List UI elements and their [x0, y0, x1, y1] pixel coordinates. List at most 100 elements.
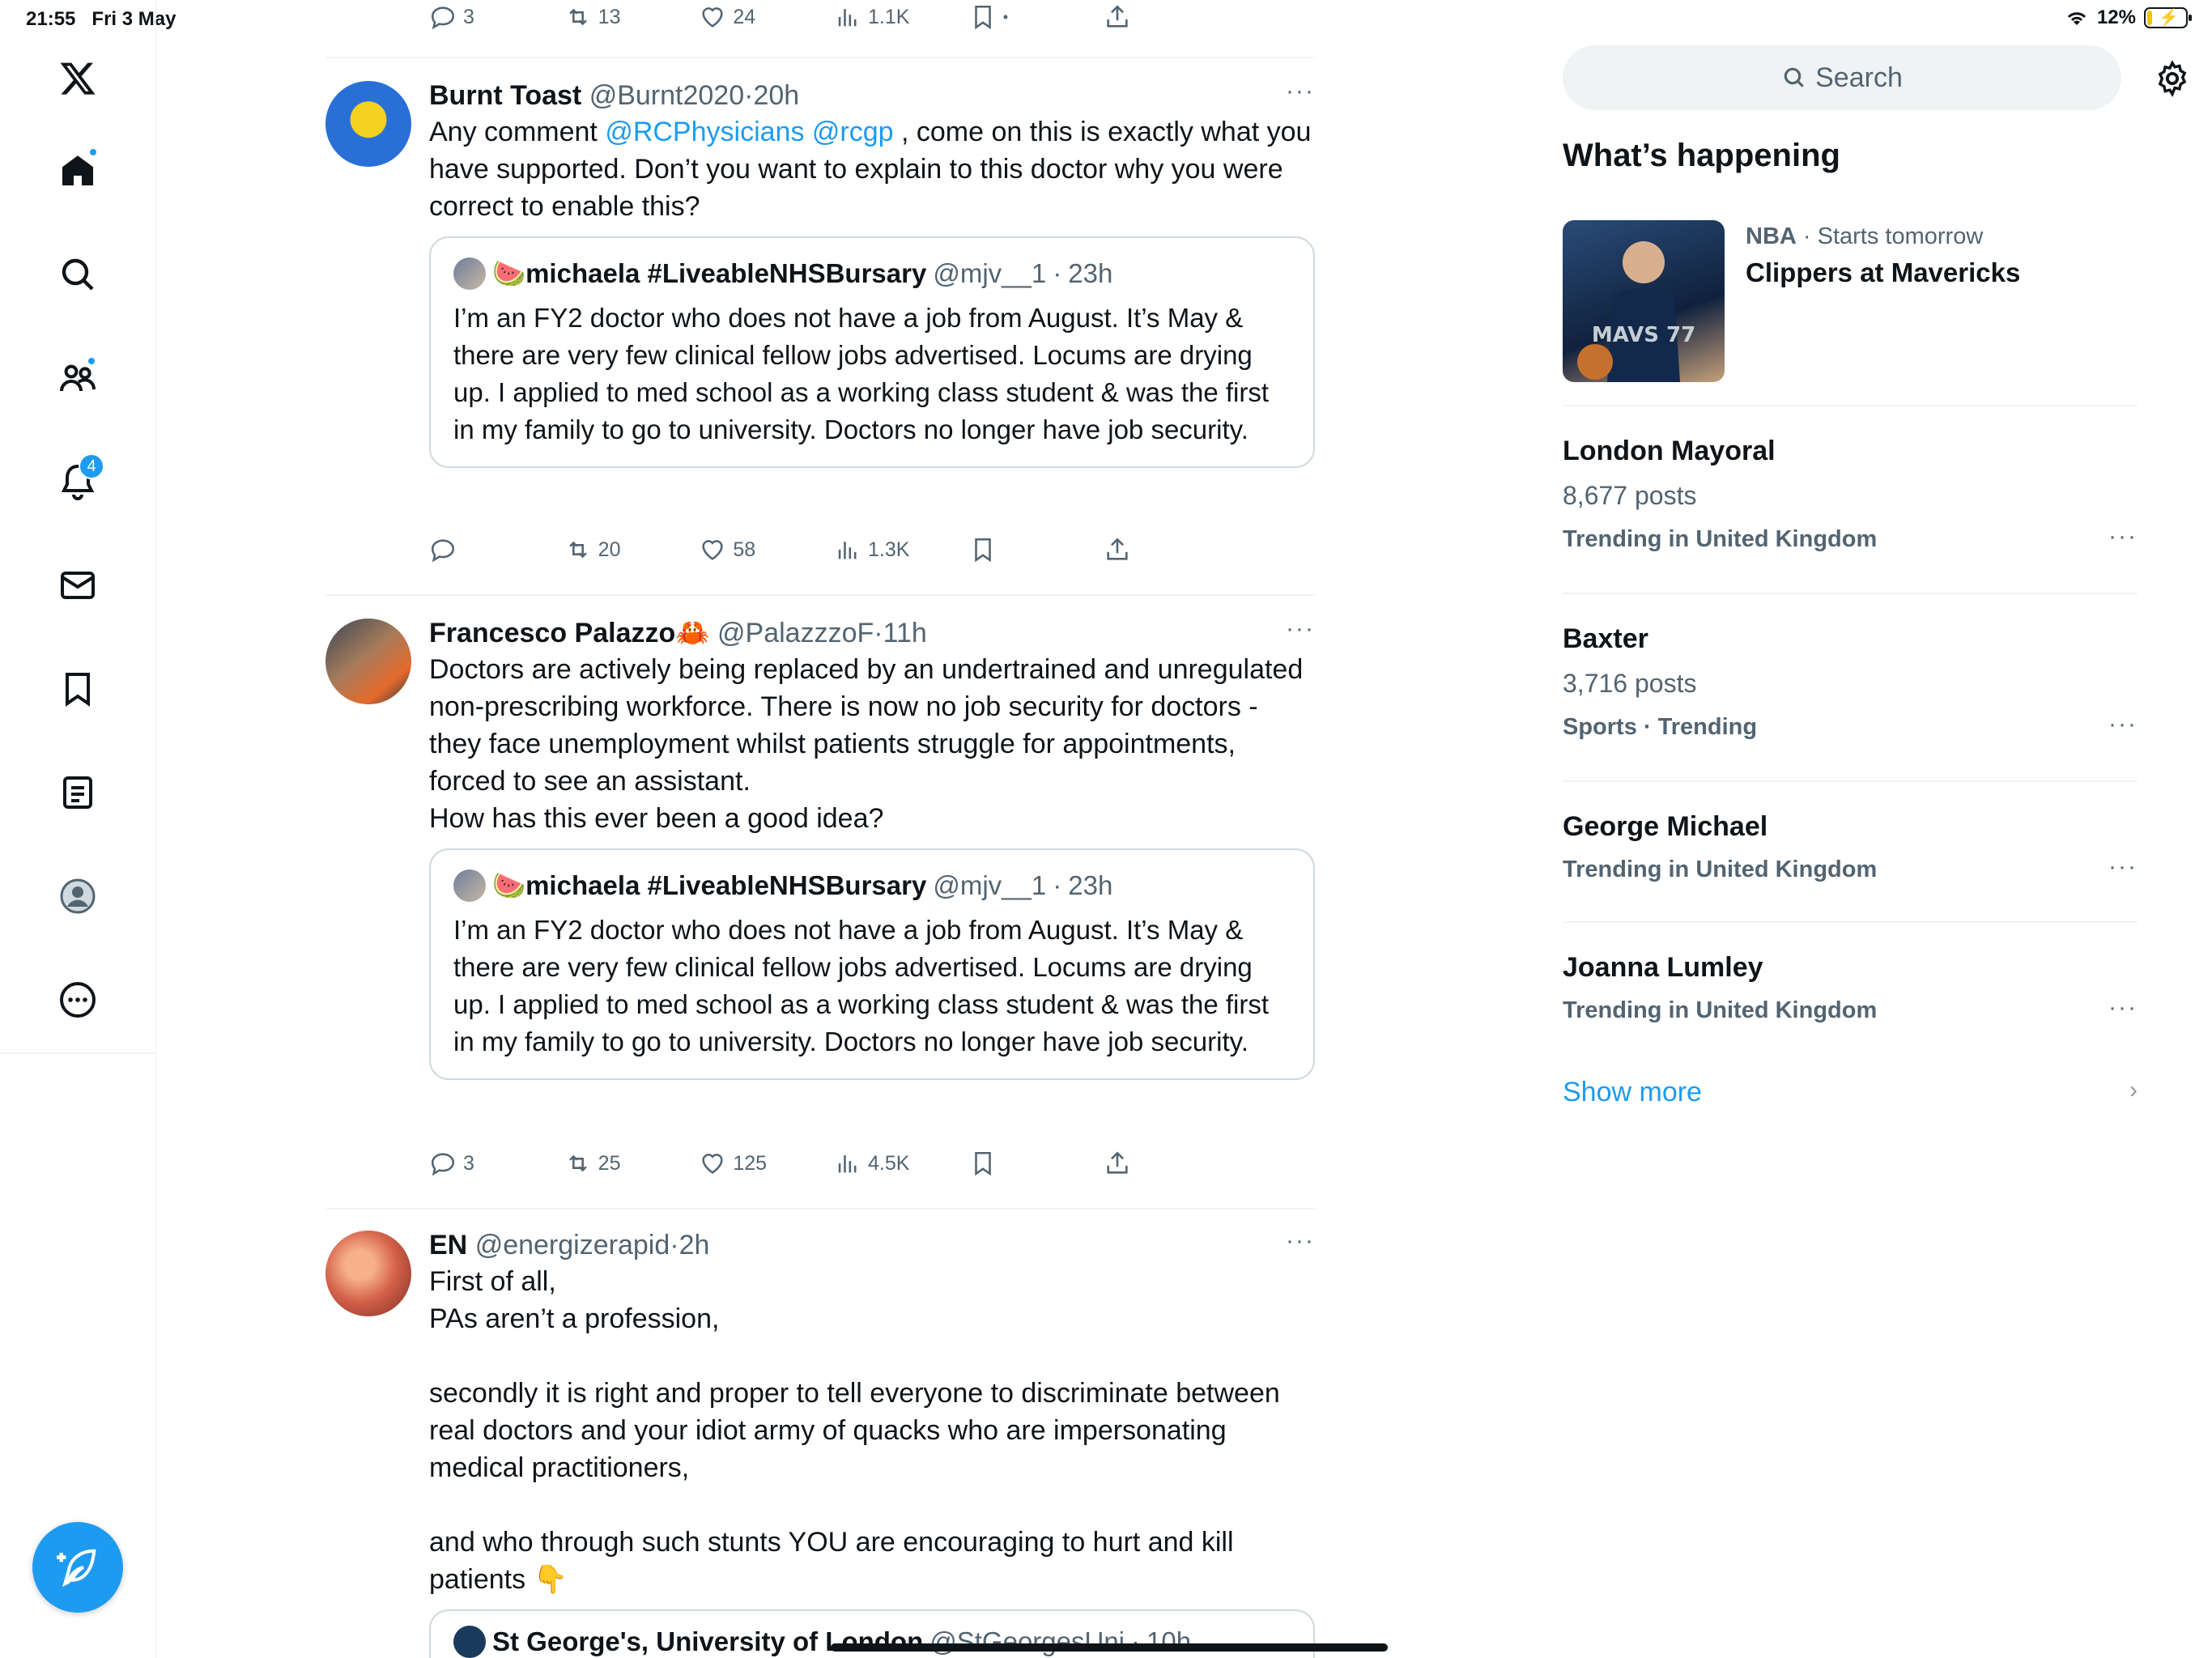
- home-icon[interactable]: [54, 147, 101, 194]
- x-logo-icon[interactable]: [54, 55, 101, 102]
- search-input[interactable]: Search: [1563, 45, 2121, 110]
- more-options-icon[interactable]: ···: [2108, 853, 2138, 881]
- notifications-badge: 4: [79, 453, 104, 479]
- tweet-actions: 3 25 125 4.5K: [429, 1150, 1239, 1177]
- more-options-icon[interactable]: ···: [1286, 1227, 1315, 1255]
- quote-display-name: 🍉michaela #LiveableNHSBursary: [492, 870, 927, 900]
- bookmark-icon: [974, 5, 991, 30]
- display-name[interactable]: Burnt Toast: [429, 80, 581, 111]
- more-options-icon[interactable]: ···: [2108, 711, 2138, 738]
- notifications-icon[interactable]: 4: [54, 453, 104, 505]
- jersey-text: MAVS 77: [1592, 323, 1695, 347]
- bookmark-icon: [974, 538, 991, 563]
- views-button[interactable]: 4.5K: [834, 1150, 969, 1177]
- share-icon: [1107, 5, 1128, 28]
- more-icon[interactable]: [54, 976, 101, 1023]
- repost-icon: [568, 8, 587, 26]
- like-button[interactable]: 58: [699, 536, 834, 563]
- mention-link[interactable]: @RCPhysicians: [605, 117, 804, 147]
- event-card[interactable]: MAVS 77 NBA · Starts tomorrow Clippers a…: [1563, 220, 2138, 382]
- battery-percent: 12%: [2096, 6, 2136, 28]
- trend-context: Trending in United Kingdom: [1563, 526, 1878, 552]
- quote-time: 23h: [1068, 870, 1113, 900]
- share-button[interactable]: [1104, 536, 1239, 563]
- share-icon: [1107, 1151, 1128, 1174]
- more-options-icon[interactable]: ···: [2108, 523, 2138, 551]
- handle[interactable]: @energizerapid: [475, 1230, 670, 1261]
- quote-header: 🍉michaela #LiveableNHSBursary @mjv__1 · 23…: [453, 868, 1291, 903]
- like-button[interactable]: 24: [699, 3, 834, 31]
- event-title: Clippers at Mavericks: [1746, 257, 2021, 287]
- reply-icon: [431, 6, 455, 30]
- quote-tweet[interactable]: 🍉michaela #LiveableNHSBursary @mjv__1 · 23…: [429, 236, 1315, 468]
- bookmark-button[interactable]: [969, 1150, 1104, 1177]
- like-button[interactable]: 125: [699, 1150, 834, 1177]
- nav-rail: 4: [0, 0, 156, 1658]
- home-indicator[interactable]: [831, 1643, 1388, 1652]
- explore-icon[interactable]: [54, 251, 101, 298]
- search-placeholder: Search: [1815, 62, 1903, 93]
- quote-tweet[interactable]: 🍉michaela #LiveableNHSBursary @mjv__1 · 23…: [429, 848, 1315, 1080]
- more-options-icon[interactable]: ···: [2108, 994, 2138, 1022]
- trend-divider: [1563, 405, 2138, 406]
- bookmark-button[interactable]: [969, 536, 1104, 563]
- timestamp[interactable]: 2h: [679, 1230, 710, 1261]
- handle[interactable]: @Burnt2020: [589, 80, 744, 111]
- trend-posts: 3,716 posts: [1563, 669, 1697, 698]
- display-name[interactable]: EN: [429, 1230, 467, 1261]
- section-title: What’s happening: [1563, 138, 1840, 173]
- event-image: MAVS 77: [1563, 220, 1725, 382]
- bookmarks-icon[interactable]: [54, 665, 101, 712]
- avatar[interactable]: [325, 1231, 411, 1316]
- communities-icon[interactable]: [54, 355, 101, 402]
- repost-button[interactable]: 25: [564, 1150, 700, 1177]
- show-more-link[interactable]: Show more ›: [1563, 1077, 2138, 1108]
- quote-text: I’m an FY2 doctor who does not have a jo…: [453, 915, 1270, 1056]
- timestamp[interactable]: 11h: [883, 618, 927, 648]
- avatar[interactable]: [325, 81, 411, 167]
- share-button[interactable]: [1104, 3, 1239, 31]
- compose-button[interactable]: [32, 1522, 123, 1613]
- more-options-icon[interactable]: ···: [1286, 78, 1315, 105]
- trend-item[interactable]: Baxter 3,716 posts Sports · Trending ···: [1563, 620, 2138, 745]
- messages-icon[interactable]: [54, 562, 101, 609]
- trend-item[interactable]: Joanna Lumley Trending in United Kingdom…: [1563, 949, 2138, 1028]
- home-unread-dot: [88, 147, 98, 157]
- tweet-divider: [325, 594, 1315, 596]
- lists-icon[interactable]: [54, 769, 101, 816]
- mention-link[interactable]: @rcgp: [812, 117, 894, 147]
- repost-button[interactable]: 13: [564, 3, 700, 31]
- chevron-right-icon: ›: [2129, 1077, 2138, 1103]
- share-icon: [1107, 538, 1128, 560]
- timeline: 3 13 24 1.1K • Burnt Toast @Burnt2020·20…: [325, 0, 1315, 1658]
- reply-button[interactable]: 3: [429, 1150, 564, 1177]
- bookmark-icon: [974, 1151, 991, 1176]
- avatar[interactable]: [325, 619, 411, 704]
- quote-avatar: [453, 869, 486, 902]
- prev-tweet-actions: 3 13 24 1.1K •: [429, 3, 1239, 31]
- share-button[interactable]: [1104, 1150, 1239, 1177]
- reply-button[interactable]: 3: [429, 3, 564, 31]
- more-options-icon[interactable]: ···: [1286, 615, 1315, 643]
- views-button[interactable]: 1.1K: [834, 3, 969, 31]
- trend-item[interactable]: George Michael Trending in United Kingdo…: [1563, 808, 2138, 887]
- gear-icon[interactable]: [2154, 60, 2191, 97]
- bookmark-button[interactable]: •: [969, 3, 1104, 31]
- repost-icon: [568, 1154, 587, 1172]
- quote-handle: @StGeorgesUni: [929, 1626, 1125, 1656]
- display-name[interactable]: Francesco Palazzo🦀: [429, 618, 710, 648]
- views-button[interactable]: 1.3K: [834, 536, 969, 563]
- trend-posts: 8,677 posts: [1563, 481, 1697, 510]
- quote-avatar: [453, 1626, 486, 1658]
- compose-icon: [57, 1549, 96, 1588]
- reply-icon: [431, 1153, 455, 1176]
- timestamp[interactable]: 20h: [753, 80, 799, 111]
- tweet-header: Burnt Toast @Burnt2020·20h: [429, 80, 800, 111]
- reply-button[interactable]: [429, 536, 564, 563]
- trend-item[interactable]: London Mayoral 8,677 posts Trending in U…: [1563, 432, 2138, 557]
- quote-time: 10h: [1146, 1626, 1192, 1656]
- profile-icon[interactable]: [54, 873, 101, 920]
- views-icon: [838, 9, 857, 27]
- handle[interactable]: @PalazzzoF: [717, 618, 874, 648]
- repost-button[interactable]: 20: [564, 536, 700, 563]
